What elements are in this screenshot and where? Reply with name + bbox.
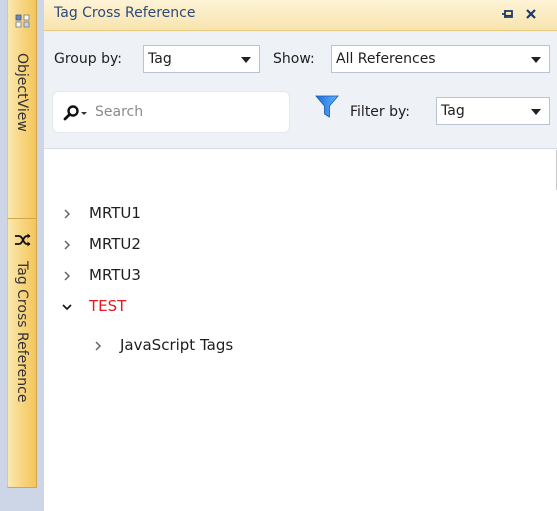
chevron-right-icon[interactable] [61, 270, 73, 282]
tab-objectview-label: ObjectView [14, 53, 30, 132]
toolbar: Group by: Tag Show: All References Searc… [44, 31, 557, 149]
tag-tree: MRTU1 MRTU2 MRTU3 TEST JavaScript Tags [44, 150, 557, 511]
side-tab-strip: ObjectView Tag Cross Reference [0, 0, 44, 511]
chevron-down-icon [531, 109, 541, 115]
search-placeholder: Search [95, 104, 144, 120]
group-by-label: Group by: [54, 51, 122, 67]
pin-button[interactable] [498, 3, 518, 25]
show-value: All References [336, 51, 436, 67]
tree-item-mrtu2[interactable]: MRTU2 [44, 229, 557, 262]
chevron-right-icon[interactable] [61, 208, 73, 220]
panel-titlebar: Tag Cross Reference [44, 0, 557, 31]
tree-item-label: JavaScript Tags [120, 336, 234, 354]
filter-by-label: Filter by: [350, 104, 410, 120]
filter-by-select[interactable]: Tag [436, 97, 550, 125]
chevron-down-icon [531, 57, 541, 63]
tree-item-label: MRTU3 [89, 266, 141, 284]
close-button[interactable] [521, 3, 541, 25]
tree-item-label: MRTU1 [89, 204, 141, 222]
tree-item-label: TEST [89, 297, 127, 315]
chevron-right-icon[interactable] [61, 239, 73, 251]
show-select[interactable]: All References [331, 45, 550, 73]
tree-item-mrtu3[interactable]: MRTU3 [44, 260, 557, 293]
group-by-select[interactable]: Tag [143, 45, 260, 73]
tree-item-label: MRTU2 [89, 235, 141, 253]
shuffle-icon [15, 233, 31, 247]
tree-item-test[interactable]: TEST [44, 291, 557, 324]
tab-tag-cross-reference-label: Tag Cross Reference [14, 261, 30, 403]
tab-objectview[interactable]: ObjectView [7, 0, 37, 244]
chevron-down-icon [241, 57, 251, 63]
chevron-down-icon[interactable] [61, 301, 73, 313]
chevron-right-icon[interactable] [92, 340, 104, 352]
pin-icon [502, 10, 513, 18]
strip-bottom [7, 488, 37, 511]
search-icon [63, 105, 87, 121]
panel-title: Tag Cross Reference [54, 5, 196, 21]
search-box[interactable]: Search [52, 91, 290, 133]
tag-cross-reference-panel: Tag Cross Reference Group by: Tag Show: … [44, 0, 557, 511]
filter-by-value: Tag [441, 103, 465, 119]
show-label: Show: [273, 51, 315, 67]
group-by-value: Tag [148, 51, 172, 67]
close-icon [526, 9, 536, 19]
tree-item-mrtu1[interactable]: MRTU1 [44, 198, 557, 231]
tree-item-javascript-tags[interactable]: JavaScript Tags [44, 330, 557, 363]
objectview-icon [15, 14, 30, 28]
filter-icon[interactable] [315, 94, 339, 120]
tab-tag-cross-reference[interactable]: Tag Cross Reference [7, 218, 37, 488]
